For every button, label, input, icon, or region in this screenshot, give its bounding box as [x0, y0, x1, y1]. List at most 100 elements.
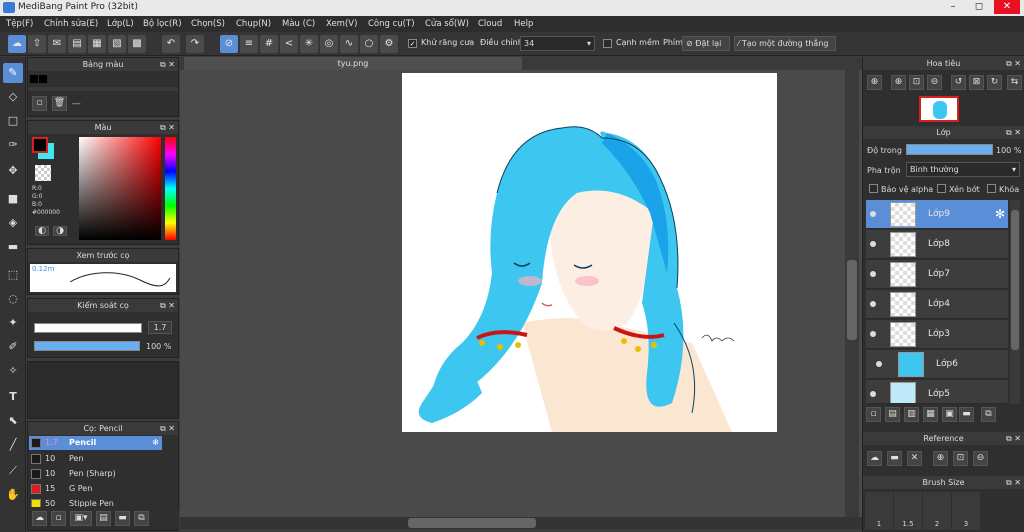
- select-eraser-icon[interactable]: ✧: [3, 361, 23, 381]
- menu-view[interactable]: Xem(V): [326, 19, 357, 29]
- zoom-in-icon[interactable]: ⊕: [933, 451, 948, 466]
- add-layer-menu-icon[interactable]: ▣: [942, 407, 957, 422]
- layer-row-lop7[interactable]: Lớp7: [866, 260, 1008, 289]
- brush-size-cell[interactable]: 2: [923, 492, 951, 530]
- brush-item-g-pen[interactable]: 15 G Pen: [29, 482, 162, 496]
- panel-close-icon[interactable]: ⧉ ✕: [160, 299, 175, 312]
- brush-opacity-slider[interactable]: [34, 341, 140, 351]
- clipping-checkbox[interactable]: [937, 184, 946, 193]
- open-folder-icon[interactable]: ▬: [887, 451, 902, 466]
- undo-icon[interactable]: ↶: [162, 35, 180, 53]
- cloud-icon[interactable]: ☁: [867, 451, 882, 466]
- parallel-snap-icon[interactable]: ≡: [240, 35, 258, 53]
- new-brush-icon[interactable]: ▫: [51, 511, 66, 526]
- bucket-icon[interactable]: ◈: [3, 213, 23, 233]
- cloud-icon[interactable]: ☁: [8, 35, 26, 53]
- horizontal-scroll-thumb[interactable]: [408, 518, 536, 528]
- zoom-in-icon[interactable]: ⊕: [867, 75, 882, 90]
- curve-snap-icon[interactable]: ∿: [340, 35, 358, 53]
- redo-icon[interactable]: ↷: [186, 35, 204, 53]
- folder-icon[interactable]: ▬: [115, 511, 130, 526]
- menu-window[interactable]: Cửa sổ(W): [425, 19, 469, 29]
- drawing-canvas[interactable]: [402, 73, 777, 432]
- concentric-snap-icon[interactable]: ◎: [320, 35, 338, 53]
- layer-opacity-slider[interactable]: [906, 144, 993, 155]
- blend-select[interactable]: Bình thường ▾: [906, 162, 1020, 177]
- smooth-checkbox[interactable]: [603, 39, 612, 48]
- grid-icon[interactable]: ▩: [128, 35, 146, 53]
- menu-layer[interactable]: Lớp(L): [107, 19, 134, 29]
- duplicate-layer-icon[interactable]: ⧉: [981, 407, 996, 422]
- circle-snap-icon[interactable]: ○: [360, 35, 378, 53]
- adjust-select[interactable]: 34 ▾: [520, 36, 595, 51]
- material-icon[interactable]: ▧: [108, 35, 126, 53]
- eye-icon[interactable]: [870, 301, 876, 307]
- layer-row-lop6[interactable]: Lớp6: [866, 350, 1008, 379]
- panel-close-icon[interactable]: ⧉ ✕: [1006, 476, 1021, 489]
- eraser-tool-icon[interactable]: ◇: [3, 87, 23, 107]
- layer-scroll-thumb[interactable]: [1011, 210, 1019, 350]
- copy-brush-icon[interactable]: ⧉: [134, 511, 149, 526]
- rectangle-tool-icon[interactable]: □: [3, 111, 23, 131]
- brush-tool-icon[interactable]: ✎: [3, 63, 23, 83]
- comment-icon[interactable]: ▤: [68, 35, 86, 53]
- fit-icon[interactable]: ⊡: [909, 75, 924, 90]
- panel-close-icon[interactable]: ⧉ ✕: [160, 422, 175, 435]
- brush-item-stipple[interactable]: 50 Stipple Pen: [29, 497, 162, 507]
- lasso-icon[interactable]: ◌: [3, 289, 23, 309]
- new-halftone-layer-icon[interactable]: ▤: [885, 407, 900, 422]
- flip-icon[interactable]: ⇆: [1007, 75, 1022, 90]
- snap-off-icon[interactable]: ⊘: [220, 35, 238, 53]
- zoom-out-icon[interactable]: ⊖: [927, 75, 942, 90]
- minimize-button[interactable]: –: [940, 0, 966, 14]
- close-button[interactable]: ✕: [994, 0, 1020, 14]
- share-icon[interactable]: ⇧: [28, 35, 46, 53]
- antialias-checkbox[interactable]: ✓: [408, 39, 417, 48]
- navigator-thumbnail[interactable]: [919, 96, 959, 122]
- eyedropper-icon[interactable]: ⟋: [3, 461, 23, 481]
- zoom-out-icon[interactable]: ⊖: [973, 451, 988, 466]
- chat-icon[interactable]: ✉: [48, 35, 66, 53]
- panel-close-icon[interactable]: ⧉ ✕: [160, 58, 175, 71]
- layer-row-lop9[interactable]: Lớp9 ✻: [866, 200, 1008, 229]
- magic-wand-icon[interactable]: ✦: [3, 313, 23, 333]
- color-mode-icon[interactable]: ◐: [35, 226, 49, 236]
- operation-tool-icon[interactable]: ⬉: [3, 411, 23, 431]
- gear-icon[interactable]: ✻: [152, 436, 159, 450]
- eye-icon[interactable]: [870, 211, 876, 217]
- rotate-right-icon[interactable]: ↻: [987, 75, 1002, 90]
- eye-icon[interactable]: [870, 241, 876, 247]
- select-rect-icon[interactable]: ⬚: [3, 265, 23, 285]
- menu-filter[interactable]: Bộ lọc(R): [143, 19, 182, 29]
- menu-edit[interactable]: Chỉnh sửa(E): [44, 19, 98, 29]
- panel-close-icon[interactable]: ⧉ ✕: [1006, 57, 1021, 70]
- reset-view-icon[interactable]: ⊠: [969, 75, 984, 90]
- panel-close-icon[interactable]: ⧉ ✕: [1006, 126, 1021, 139]
- layer-row-lop8[interactable]: Lớp8: [866, 230, 1008, 259]
- lock-checkbox[interactable]: [987, 184, 996, 193]
- select-pen-icon[interactable]: ✐: [3, 337, 23, 357]
- new-1bit-layer-icon[interactable]: ▦: [923, 407, 938, 422]
- saturation-value-picker[interactable]: [79, 137, 161, 240]
- folder-icon[interactable]: ▬: [959, 407, 974, 422]
- brush-item-pencil[interactable]: 1.7 Pencil ✻: [29, 436, 162, 450]
- eye-icon[interactable]: [870, 391, 876, 397]
- eye-icon[interactable]: [876, 361, 882, 367]
- layer-scrollbar[interactable]: [1010, 200, 1020, 404]
- foreground-color-swatch[interactable]: [32, 137, 48, 153]
- document-icon[interactable]: ▦: [88, 35, 106, 53]
- menu-tools[interactable]: Công cụ(T): [368, 19, 415, 29]
- new-8bit-layer-icon[interactable]: ▥: [904, 407, 919, 422]
- menu-help[interactable]: Help: [514, 19, 533, 29]
- zoom-in-icon[interactable]: ⊕: [891, 75, 906, 90]
- add-swatch-icon[interactable]: ▫: [32, 96, 47, 111]
- menu-cloud[interactable]: Cloud: [478, 19, 502, 29]
- add-brush-icon[interactable]: ▣▾: [70, 511, 92, 526]
- fit-icon[interactable]: ⊡: [953, 451, 968, 466]
- vertical-scroll-thumb[interactable]: [847, 260, 857, 340]
- divide-tool-icon[interactable]: ╱: [3, 435, 23, 455]
- menu-color[interactable]: Màu (C): [282, 19, 315, 29]
- settings-icon[interactable]: ⚙: [380, 35, 398, 53]
- menu-file[interactable]: Tệp(F): [6, 19, 33, 29]
- brush-size-cell[interactable]: 3: [952, 492, 980, 530]
